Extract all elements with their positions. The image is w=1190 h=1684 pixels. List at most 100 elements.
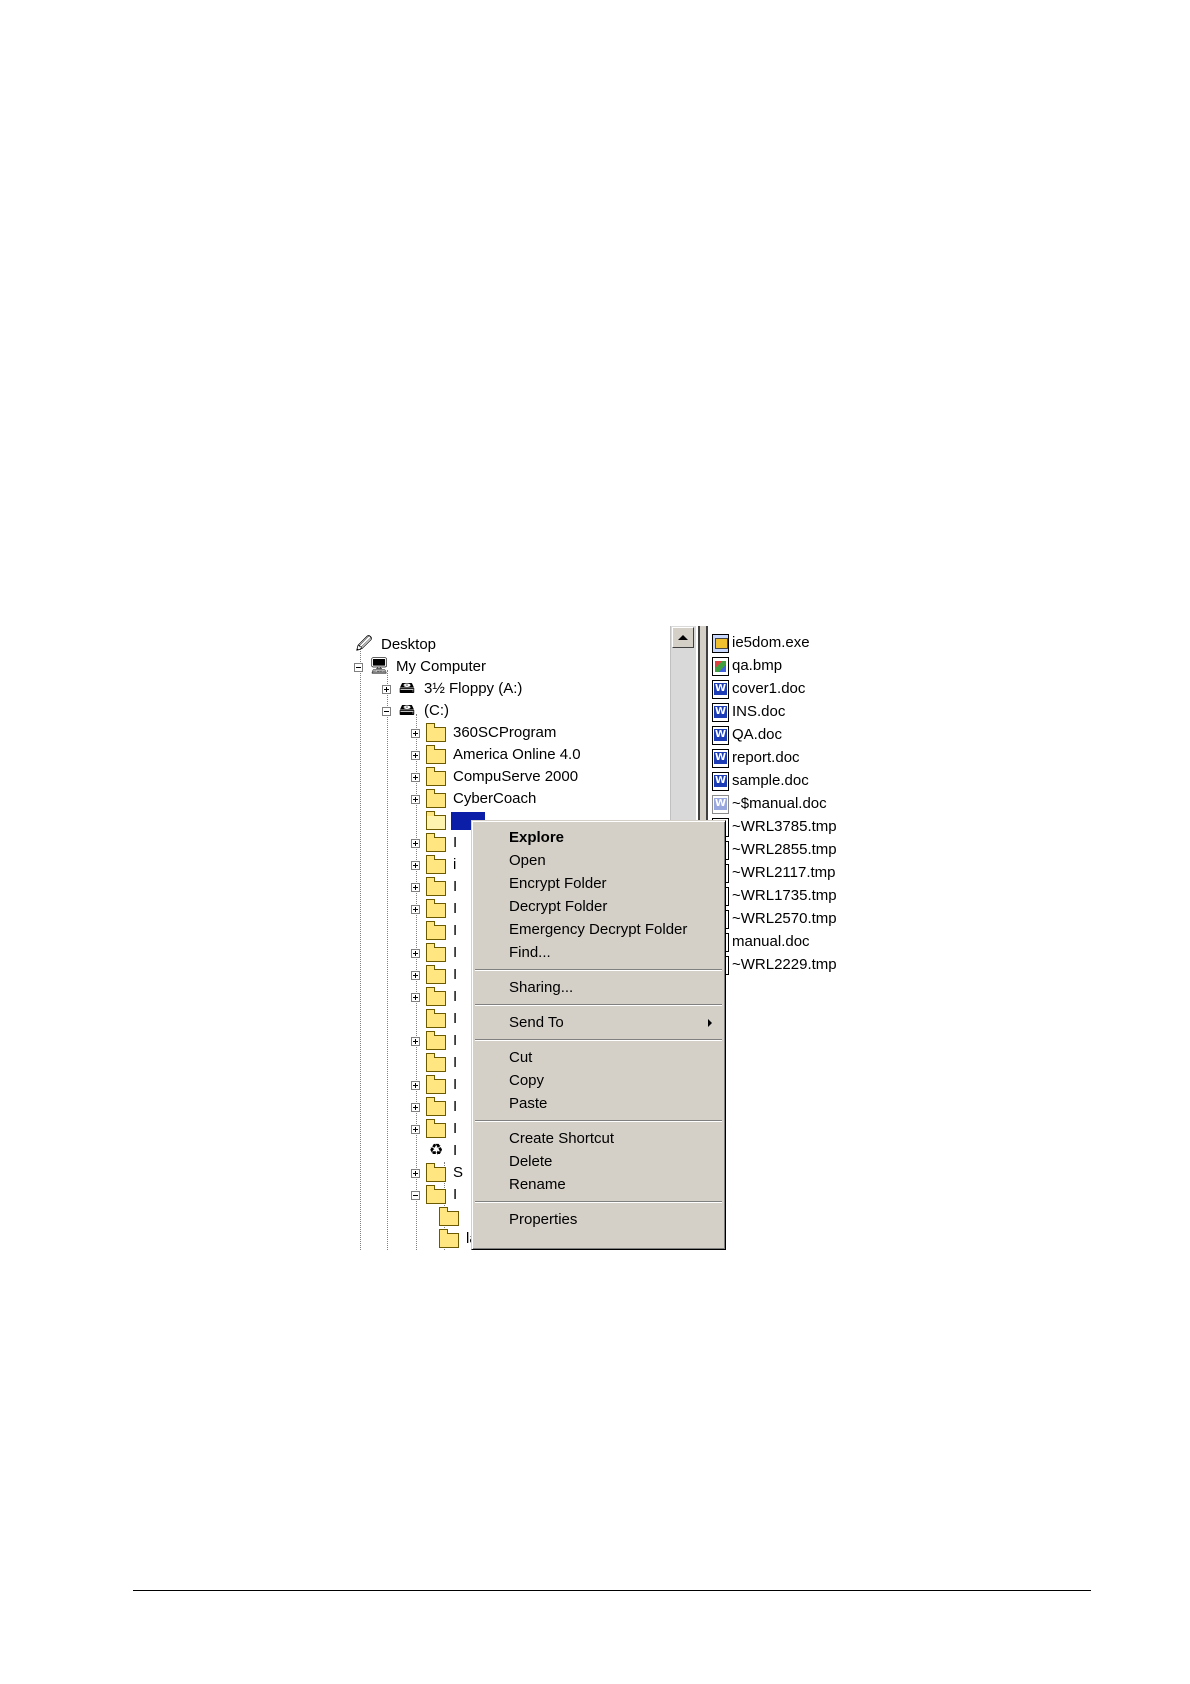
- menu-item-copy[interactable]: Copy: [475, 1070, 722, 1092]
- menu-item-paste[interactable]: Paste: [475, 1093, 722, 1115]
- tree-item-folder[interactable]: i: [411, 854, 458, 876]
- tree-item-folder[interactable]: I: [411, 832, 459, 854]
- tree-item-folder[interactable]: America Online 4.0: [411, 744, 583, 766]
- menu-item-open[interactable]: Open: [475, 850, 722, 872]
- collapse-toggle[interactable]: [382, 706, 391, 716]
- folder-icon: [426, 1008, 446, 1028]
- tree-item-folder[interactable]: [439, 1206, 464, 1228]
- expand-toggle[interactable]: [411, 1168, 420, 1178]
- expand-toggle[interactable]: [411, 970, 420, 980]
- exe-icon: [712, 633, 729, 653]
- list-item[interactable]: manual.doc: [712, 931, 810, 953]
- expand-toggle[interactable]: [411, 1080, 420, 1090]
- expand-toggle[interactable]: [411, 860, 420, 870]
- tree-item-folder[interactable]: CompuServe 2000: [411, 766, 580, 788]
- file-name: cover1.doc: [732, 680, 806, 697]
- expand-toggle[interactable]: [411, 948, 420, 958]
- menu-item-send-to[interactable]: Send To: [475, 1012, 722, 1034]
- list-item[interactable]: ~WRL1735.tmp: [712, 885, 837, 907]
- file-name: manual.doc: [732, 933, 810, 950]
- list-item[interactable]: ~WRL2855.tmp: [712, 839, 837, 861]
- shared-folder-icon: [426, 876, 446, 896]
- menu-item-encrypt-folder[interactable]: Encrypt Folder: [475, 873, 722, 895]
- tree-line: [387, 670, 388, 1250]
- file-name: ~$manual.doc: [732, 795, 827, 812]
- expand-toggle[interactable]: [382, 684, 391, 694]
- tree-item-label: I: [453, 834, 458, 851]
- list-item[interactable]: ~WRL2570.tmp: [712, 908, 837, 930]
- menu-item-find[interactable]: Find...: [475, 942, 722, 964]
- menu-item-cut[interactable]: Cut: [475, 1047, 722, 1069]
- tree-item-label: I: [453, 1098, 458, 1115]
- expand-toggle[interactable]: [411, 1036, 420, 1046]
- tree-item-folder[interactable]: I: [411, 986, 459, 1008]
- tree-item-folder[interactable]: 360SCProgram: [411, 722, 558, 744]
- menu-item-decrypt-folder[interactable]: Decrypt Folder: [475, 896, 722, 918]
- tree-item-folder[interactable]: I: [411, 898, 459, 920]
- tree-item-folder[interactable]: S: [411, 1162, 465, 1184]
- tree-item-folder[interactable]: CyberCoach: [411, 788, 538, 810]
- tree-item-folder[interactable]: I: [411, 1008, 459, 1030]
- file-name: ~WRL2570.tmp: [732, 910, 837, 927]
- tree-item-floppy[interactable]: 🖴 3½ Floppy (A:): [382, 678, 524, 700]
- tree-item-folder[interactable]: I: [411, 1030, 459, 1052]
- list-item[interactable]: qa.bmp: [712, 655, 782, 677]
- list-item[interactable]: report.doc: [712, 747, 800, 769]
- expand-toggle[interactable]: [411, 882, 420, 892]
- expand-toggle[interactable]: [411, 1102, 420, 1112]
- menu-separator: [475, 1201, 722, 1203]
- menu-item-emergency-decrypt-folder[interactable]: Emergency Decrypt Folder: [475, 919, 722, 941]
- folder-icon: [426, 898, 446, 918]
- tree-item-folder[interactable]: I: [411, 1096, 459, 1118]
- file-name: ~WRL2229.tmp: [732, 956, 837, 973]
- tree-item-my-computer[interactable]: 🖥 My Computer: [354, 656, 488, 678]
- expand-toggle[interactable]: [411, 750, 420, 760]
- tree-item-folder[interactable]: I: [411, 964, 459, 986]
- tree-item-recycle-bin[interactable]: ♻ I: [411, 1140, 459, 1162]
- scroll-up-button[interactable]: [672, 627, 694, 648]
- menu-item-rename[interactable]: Rename: [475, 1174, 722, 1196]
- list-item[interactable]: INS.doc: [712, 701, 785, 723]
- word-doc-icon: [712, 771, 729, 791]
- menu-item-create-shortcut[interactable]: Create Shortcut: [475, 1128, 722, 1150]
- file-list[interactable]: ie5dom.exe qa.bmp cover1.doc INS.doc QA.…: [712, 626, 858, 1250]
- tree-item-drive-c[interactable]: 🖴 (C:): [382, 700, 451, 722]
- expand-toggle[interactable]: [411, 794, 420, 804]
- folder-icon: [426, 1162, 446, 1182]
- list-item[interactable]: sample.doc: [712, 770, 809, 792]
- list-item[interactable]: ~WRL2117.tmp: [712, 862, 836, 884]
- tree-item-folder[interactable]: I: [411, 876, 459, 898]
- menu-item-delete[interactable]: Delete: [475, 1151, 722, 1173]
- folder-icon: [426, 1030, 446, 1050]
- list-item[interactable]: ~$manual.doc: [712, 793, 827, 815]
- tree-item-folder[interactable]: I: [411, 1074, 459, 1096]
- expand-toggle[interactable]: [411, 772, 420, 782]
- menu-item-explore[interactable]: Explore: [475, 827, 722, 849]
- tree-item-folder[interactable]: I: [411, 1118, 459, 1140]
- file-name: INS.doc: [732, 703, 786, 720]
- expand-toggle[interactable]: [411, 728, 420, 738]
- list-item[interactable]: ie5dom.exe: [712, 632, 810, 654]
- hard-drive-icon: 🖴: [398, 702, 416, 719]
- list-item[interactable]: QA.doc: [712, 724, 782, 746]
- collapse-toggle[interactable]: [354, 662, 363, 672]
- expand-toggle[interactable]: [411, 904, 420, 914]
- menu-item-label: Send To: [509, 1014, 564, 1031]
- expand-toggle[interactable]: [411, 838, 420, 848]
- menu-item-properties[interactable]: Properties: [475, 1209, 722, 1231]
- collapse-toggle[interactable]: [411, 1190, 420, 1200]
- tree-item-desktop[interactable]: 🖉 Desktop: [354, 634, 438, 656]
- file-name: ~WRL1735.tmp: [732, 887, 837, 904]
- context-menu[interactable]: Explore Open Encrypt Folder Decrypt Fold…: [471, 820, 726, 1250]
- expand-toggle[interactable]: [411, 1124, 420, 1134]
- list-item[interactable]: ~WRL3785.tmp: [712, 816, 837, 838]
- tree-item-folder[interactable]: I: [411, 1184, 459, 1206]
- menu-item-sharing[interactable]: Sharing...: [475, 977, 722, 999]
- tree-item-folder[interactable]: I: [411, 942, 459, 964]
- tree-item-folder[interactable]: I: [411, 1052, 459, 1074]
- list-item[interactable]: cover1.doc: [712, 678, 805, 700]
- expand-toggle[interactable]: [411, 992, 420, 1002]
- tree-item-folder[interactable]: I: [411, 920, 459, 942]
- list-item[interactable]: ~WRL2229.tmp: [712, 954, 837, 976]
